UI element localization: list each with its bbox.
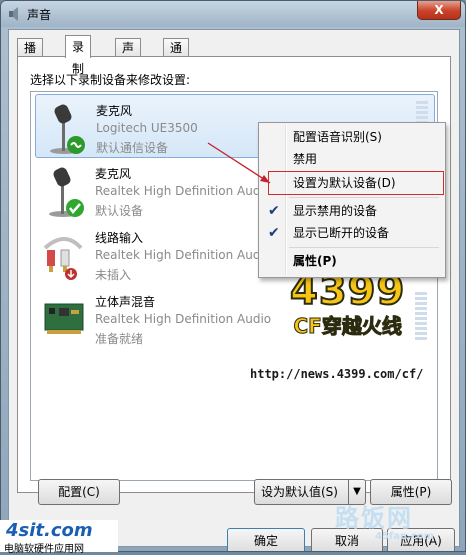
brand-right-watermark: 路饭网 45fan.com: [335, 498, 434, 542]
device-name: 麦克风: [95, 167, 132, 181]
microphone-icon: [50, 104, 85, 154]
menu-item-show-disconnected[interactable]: ✔ 显示已断开的设备: [261, 222, 441, 244]
device-status: 准备就绪: [95, 332, 144, 346]
checkmark-icon: ✔: [268, 203, 280, 219]
checkmark-icon: ✔: [268, 225, 280, 241]
context-menu: 配置语音识别(S) 禁用 设置为默认设备(D) ✔ 显示禁用的设备 ✔ 显示已断…: [258, 122, 446, 278]
configure-button[interactable]: 配置(C): [38, 479, 120, 505]
device-status: 默认通信设备: [96, 141, 169, 155]
device-status: 默认设备: [95, 204, 144, 218]
watermark-logo: 4399 CF穿越火线: [289, 267, 405, 339]
brand-left-watermark: 4sit.com 电脑软硬件应用网: [0, 520, 118, 555]
title-bar[interactable]: 声音 X: [1, 1, 465, 27]
brand-left-name: 4sit.com: [6, 520, 93, 541]
set-default-label: 设为默认值(S): [261, 485, 338, 499]
device-name: 线路输入: [95, 231, 144, 245]
menu-item-show-disabled[interactable]: ✔ 显示禁用的设备: [261, 200, 441, 222]
speaker-icon: [9, 7, 18, 21]
level-meter: [415, 292, 427, 342]
line-in-cable-icon: [43, 237, 83, 280]
annotation-highlight-box: [268, 171, 444, 195]
device-driver: Realtek High Definition Audio: [95, 184, 272, 198]
brand-right-name: 路饭网: [335, 504, 413, 532]
ok-button[interactable]: 确定: [227, 528, 305, 551]
menu-separator: [289, 197, 439, 198]
menu-item-properties[interactable]: 属性(P): [261, 250, 441, 272]
device-driver: Realtek High Definition Audio: [95, 312, 272, 326]
device-name: 麦克风: [96, 104, 133, 118]
microphone-icon: [49, 167, 84, 217]
watermark-logo-sub: CF穿越火线: [293, 314, 402, 339]
menu-separator: [289, 247, 439, 248]
brand-right-sub: 45fan.com: [375, 531, 435, 542]
tab-communications[interactable]: 通信: [163, 38, 190, 73]
device-driver: Logitech UE3500: [96, 121, 198, 135]
device-status: 未插入: [95, 268, 132, 282]
brand-left-sub: 电脑软硬件应用网: [4, 544, 84, 555]
instruction-text: 选择以下录制设备来修改设置:: [30, 73, 191, 87]
device-driver: Realtek High Definition Audio: [95, 248, 272, 262]
close-button[interactable]: X: [417, 1, 461, 20]
menu-item-configure-speech[interactable]: 配置语音识别(S): [261, 126, 441, 148]
menu-item-disable[interactable]: 禁用: [261, 148, 441, 170]
tab-recording[interactable]: 录制: [65, 35, 92, 76]
sound-card-icon: [44, 303, 84, 334]
tab-playback[interactable]: 播放: [17, 38, 44, 73]
device-name: 立体声混音: [95, 295, 156, 309]
window-title: 声音: [27, 8, 52, 22]
watermark-url: http://news.4399.com/cf/: [250, 367, 424, 381]
tab-sounds[interactable]: 声音: [115, 38, 142, 73]
